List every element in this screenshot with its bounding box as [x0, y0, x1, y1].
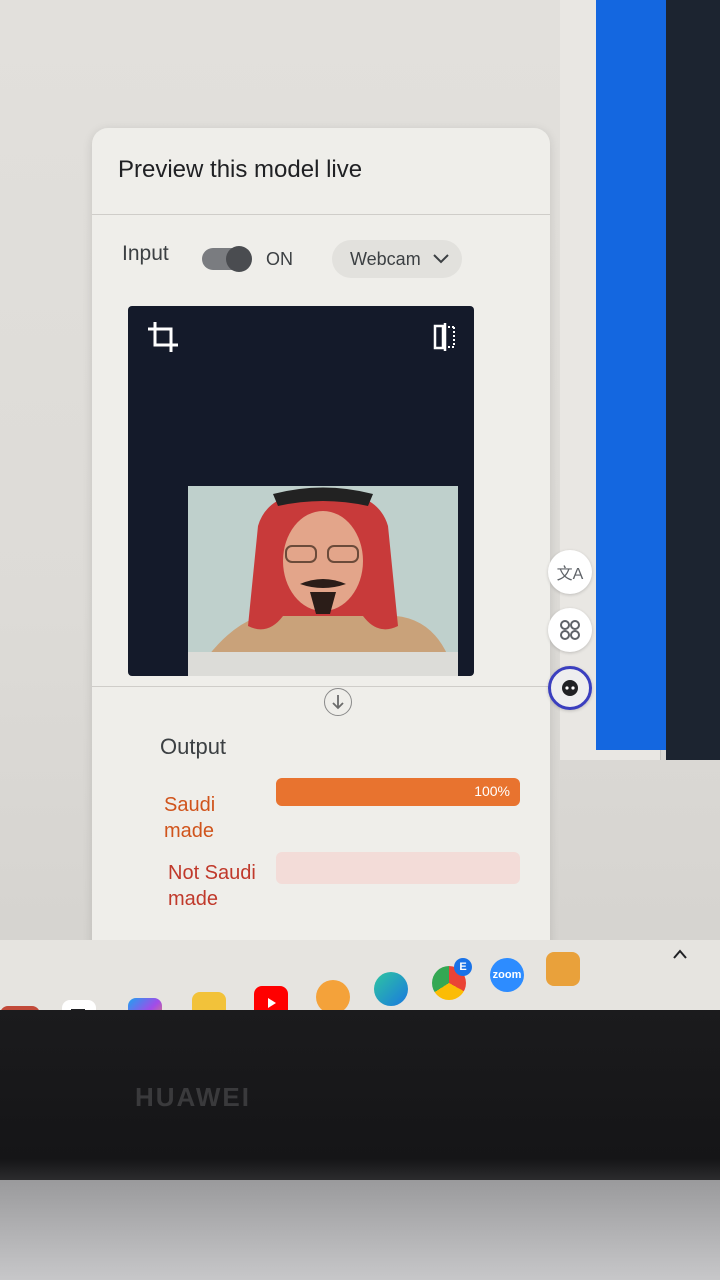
toggle-knob [226, 246, 252, 272]
laptop-brand: HUAWEI [135, 1082, 251, 1112]
taskbar: E zoom [0, 940, 720, 1040]
crop-icon[interactable] [146, 320, 180, 354]
chrome-icon[interactable]: E [432, 958, 472, 1000]
preview-panel: Preview this model live Input ON Webcam [92, 128, 550, 966]
assistant-icon[interactable] [548, 666, 592, 710]
output-label: Output [160, 734, 227, 759]
portrait-image [188, 486, 458, 676]
source-dropdown[interactable]: Webcam [332, 240, 462, 278]
class-label: Not Saudi made [168, 862, 256, 910]
vpn-icon[interactable] [316, 980, 350, 1014]
screen-edge [666, 0, 720, 760]
panel-title: Preview this model live [118, 156, 363, 183]
confidence-bar [276, 852, 520, 884]
webcam-photo [188, 486, 458, 676]
apps-icon[interactable] [548, 608, 592, 652]
input-label: Input [122, 242, 169, 265]
confidence-bar: 100% [276, 778, 520, 806]
photo-footer [188, 652, 458, 676]
class-label: Saudi made [164, 794, 216, 842]
chrome-profile-badge: E [454, 958, 472, 976]
webcam-preview [128, 306, 474, 676]
confidence-percent: 100% [474, 783, 510, 799]
translate-icon[interactable]: 文A [548, 550, 592, 594]
chevron-up-icon[interactable] [672, 948, 688, 960]
source-dropdown-label: Webcam [350, 249, 421, 269]
input-toggle[interactable] [202, 246, 252, 272]
arrow-down-icon [324, 688, 352, 716]
edge-icon[interactable] [374, 972, 408, 1006]
header-divider [92, 214, 550, 215]
laptop-keyboard [0, 1180, 720, 1280]
archive-icon[interactable] [546, 952, 580, 986]
preview-divider [92, 686, 550, 687]
flip-camera-icon[interactable] [432, 322, 458, 352]
zoom-icon[interactable]: zoom [490, 958, 524, 992]
chevron-down-icon [433, 254, 449, 264]
toggle-state-label: ON [266, 249, 293, 269]
